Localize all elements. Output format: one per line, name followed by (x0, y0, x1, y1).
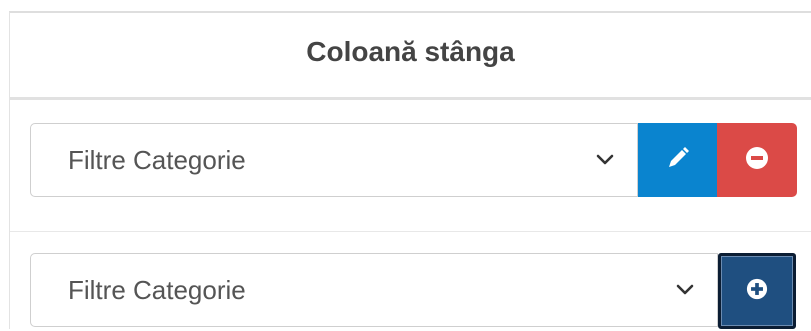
minus-circle-icon (745, 146, 769, 175)
widget-row: Filtre Categorie (10, 100, 811, 232)
select-value: Filtre Categorie (68, 274, 246, 305)
add-button[interactable] (718, 253, 796, 329)
category-filter-select[interactable]: Filtre Categorie (30, 123, 638, 197)
pencil-icon (666, 146, 690, 175)
left-column-panel: Coloană stânga Filtre Categorie Filtre C… (9, 11, 811, 329)
chevron-down-icon (675, 280, 695, 300)
panel-title: Coloană stânga (306, 36, 515, 67)
edit-button[interactable] (638, 123, 717, 197)
chevron-down-icon (595, 150, 615, 170)
remove-button[interactable] (717, 123, 797, 197)
widget-row: Filtre Categorie (10, 232, 811, 331)
plus-circle-icon (746, 278, 768, 305)
select-value: Filtre Categorie (68, 144, 246, 175)
category-filter-select[interactable]: Filtre Categorie (30, 253, 718, 327)
panel-header: Coloană stânga (10, 13, 811, 100)
